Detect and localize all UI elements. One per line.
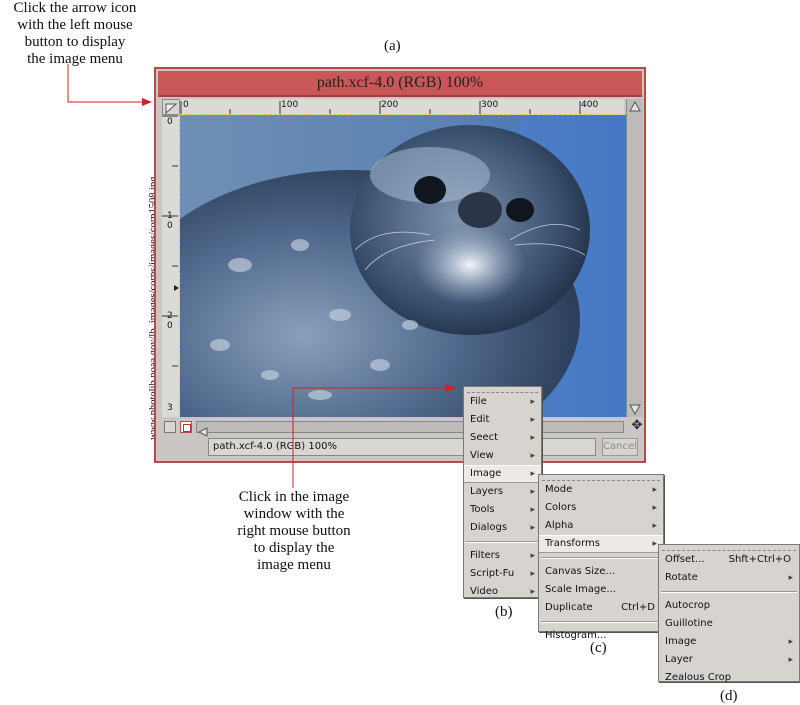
submenu-arrow-icon: ▸: [652, 521, 657, 531]
menu-item-label: Mode: [545, 484, 573, 495]
annotation-line: Click in the image: [238, 489, 350, 505]
menu-item-video[interactable]: Video ▸: [464, 583, 541, 601]
menu-item-dialogs[interactable]: Dialogs ▸: [464, 519, 541, 537]
label-c: (c): [590, 640, 607, 656]
submenu-arrow-icon: ▸: [652, 485, 657, 495]
submenu-arrow-icon: ▸: [788, 573, 793, 583]
menu-item-edit[interactable]: Edit ▸: [464, 411, 541, 429]
submenu-arrow-icon: ▸: [530, 505, 535, 515]
menu-item-image[interactable]: Image ▸: [464, 465, 541, 483]
submenu-arrow-icon: ▸: [530, 487, 535, 497]
menu-item-label: Transforms: [545, 538, 600, 549]
menu-shortcut: Ctrl+D: [621, 602, 655, 613]
menu-item-label: Dialogs: [470, 522, 508, 533]
menu-item-label: Video: [470, 586, 499, 597]
menu-shortcut: Shft+Ctrl+O: [728, 554, 791, 565]
menu-item-label: Autocrop: [665, 600, 711, 611]
menu-item-label: Colors: [545, 502, 577, 513]
submenu-arrow-icon: ▸: [530, 551, 535, 561]
image-menu: File ▸ Edit ▸ Seect ▸ View ▸ Image ▸ Layers ▸ …: [463, 386, 542, 598]
menu-item-autocrop[interactable]: Autocrop: [659, 597, 799, 615]
transforms-submenu: Offset... Shft+Ctrl+O Rotate ▸ Autocrop Gu…: [658, 544, 800, 683]
menu-item-view[interactable]: View ▸: [464, 447, 541, 465]
menu-item-label: Tools: [470, 504, 495, 515]
menu-item-image[interactable]: Image ▸: [659, 633, 799, 651]
submenu-arrow-icon: ▸: [530, 569, 535, 579]
menu-item-label: Alpha: [545, 520, 574, 531]
menu-item-label: Layer: [665, 654, 693, 665]
menu-item-transforms[interactable]: Transforms ▸: [539, 535, 663, 553]
menu-item-label: Canvas Size...: [545, 566, 615, 577]
annotation-line: right mouse button: [237, 523, 351, 539]
menu-item-duplicate[interactable]: Duplicate Ctrl+D: [539, 599, 663, 617]
menu-item-label: File: [470, 396, 487, 407]
menu-item-zealous-crop[interactable]: Zealous Crop: [659, 669, 799, 687]
submenu-arrow-icon: ▸: [788, 655, 793, 665]
submenu-arrow-icon: ▸: [652, 539, 657, 549]
menu-item-layer[interactable]: Layer ▸: [659, 651, 799, 669]
menu-item-filters[interactable]: Filters ▸: [464, 547, 541, 565]
menu-item-label: Rotate: [665, 572, 698, 583]
menu-item-label: Filters: [470, 550, 500, 561]
submenu-arrow-icon: ▸: [530, 451, 535, 461]
menu-item-colors[interactable]: Colors ▸: [539, 499, 663, 517]
menu-item-label: Image: [665, 636, 697, 647]
menu-item-script-fu[interactable]: Script-Fu ▸: [464, 565, 541, 583]
menu-item-tools[interactable]: Tools ▸: [464, 501, 541, 519]
menu-item-canvas-size[interactable]: Canvas Size...: [539, 563, 663, 581]
image-submenu: Mode ▸ Colors ▸ Alpha ▸ Transforms ▸ Canvas …: [538, 474, 664, 641]
menu-item-guillotine[interactable]: Guillotine: [659, 615, 799, 633]
label-d: (d): [720, 688, 738, 704]
menu-item-label: Edit: [470, 414, 490, 425]
submenu-arrow-icon: ▸: [530, 587, 535, 597]
label-b: (b): [495, 604, 513, 620]
menu-item-offset[interactable]: Offset... Shft+Ctrl+O: [659, 551, 799, 569]
menu-item-label: Seect: [470, 432, 499, 443]
annotation-line: to display the: [253, 540, 335, 556]
menu-separator: [541, 621, 661, 623]
menu-item-label: Image: [470, 468, 502, 479]
menu-item-file[interactable]: File ▸: [464, 393, 541, 411]
annotation-line: image menu: [257, 557, 331, 573]
annotation-line: window with the: [243, 506, 345, 522]
menu-item-select[interactable]: Seect ▸: [464, 429, 541, 447]
menu-separator: [466, 541, 539, 543]
menu-item-alpha[interactable]: Alpha ▸: [539, 517, 663, 535]
submenu-arrow-icon: ▸: [530, 415, 535, 425]
menu-item-label: Scale Image...: [545, 584, 616, 595]
menu-item-label: Zealous Crop: [665, 672, 732, 683]
menu-item-rotate[interactable]: Rotate ▸: [659, 569, 799, 587]
menu-item-label: Script-Fu: [470, 568, 515, 579]
menu-separator: [661, 591, 797, 593]
menu-separator: [541, 557, 661, 559]
menu-item-label: View: [470, 450, 494, 461]
menu-item-label: Duplicate: [545, 602, 593, 613]
submenu-arrow-icon: ▸: [530, 523, 535, 533]
menu-item-mode[interactable]: Mode ▸: [539, 481, 663, 499]
menu-item-label: Layers: [470, 486, 504, 497]
menu-item-label: Offset...: [665, 554, 705, 565]
menu-item-scale-image[interactable]: Scale Image...: [539, 581, 663, 599]
menu-item-layers[interactable]: Layers ▸: [464, 483, 541, 501]
submenu-arrow-icon: ▸: [530, 469, 535, 479]
submenu-arrow-icon: ▸: [530, 433, 535, 443]
submenu-arrow-icon: ▸: [530, 397, 535, 407]
submenu-arrow-icon: ▸: [652, 503, 657, 513]
submenu-arrow-icon: ▸: [788, 637, 793, 647]
menu-item-label: Guillotine: [665, 618, 713, 629]
annotation-right-click-note: Click in the image window with the right…: [214, 489, 374, 574]
